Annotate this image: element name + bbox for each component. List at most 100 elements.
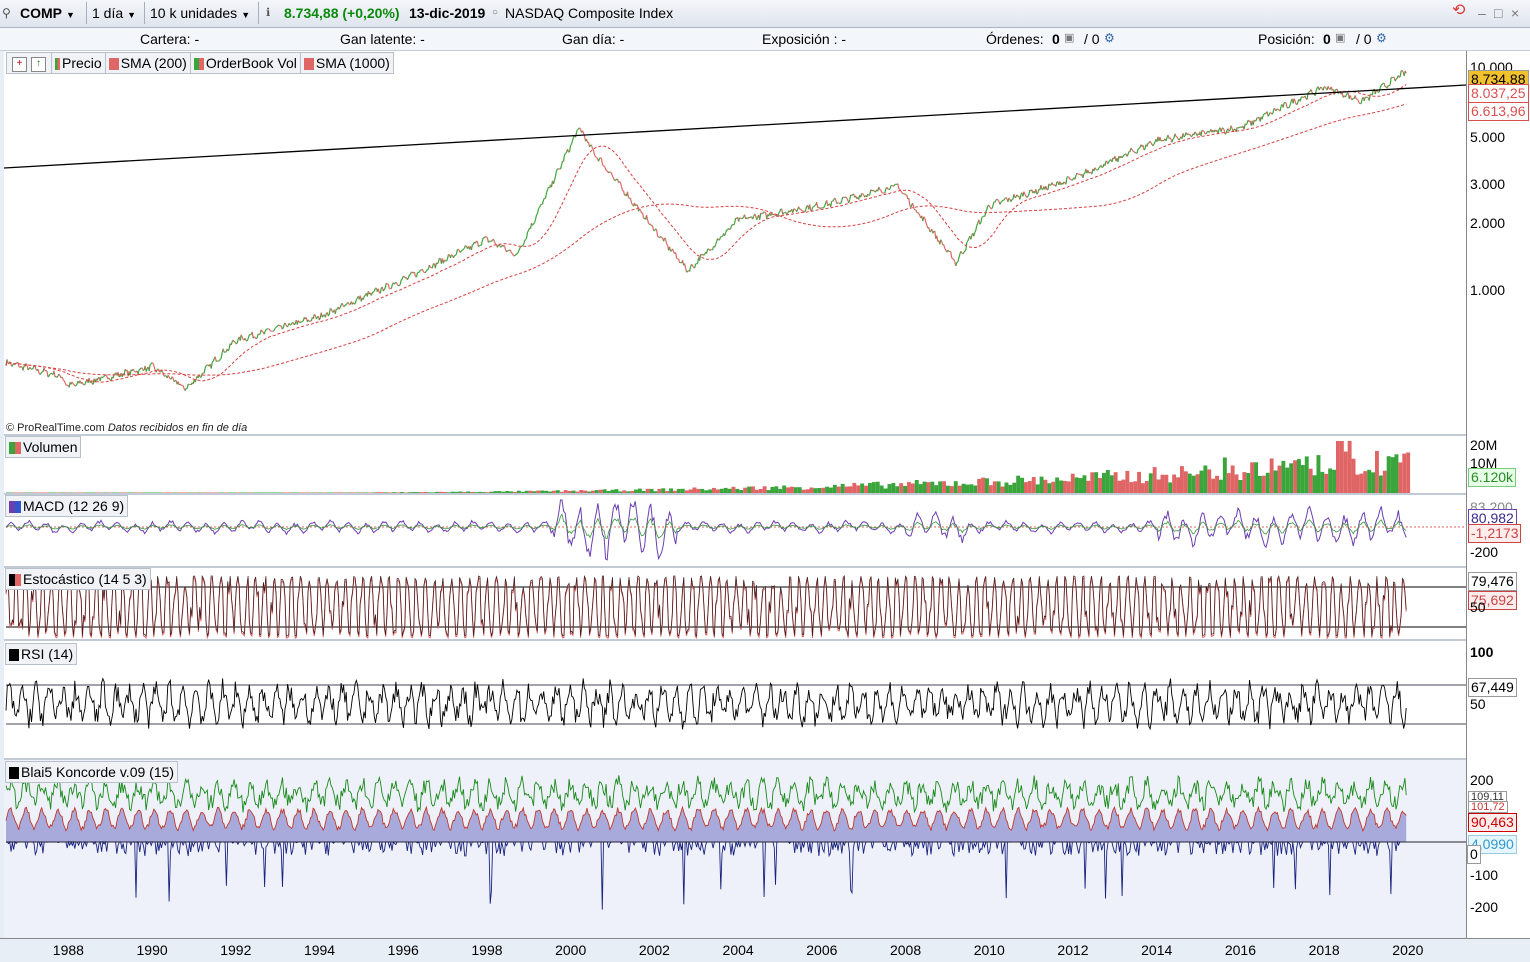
price-segment — [283, 324, 284, 328]
volume-bar — [568, 491, 572, 493]
price-segment — [508, 250, 509, 251]
volume-bar — [451, 492, 455, 493]
volume-bar — [622, 490, 626, 493]
price-segment — [1102, 167, 1103, 168]
volume-bar — [497, 491, 501, 493]
volume-bar — [849, 486, 853, 493]
volume-bar — [954, 481, 958, 493]
volume-bar — [564, 490, 568, 493]
price-segment — [541, 204, 542, 205]
volume-legend[interactable]: Volumen — [5, 436, 81, 458]
volume-bar — [45, 493, 49, 494]
price-segment — [1253, 120, 1254, 125]
volume-bar — [96, 493, 100, 494]
volume-bar — [1375, 451, 1379, 493]
volume-bar — [1102, 473, 1106, 493]
price-segment — [316, 317, 317, 319]
price-segment — [783, 213, 784, 215]
volume-bar — [856, 485, 860, 493]
price-segment — [1316, 88, 1317, 91]
price-segment — [180, 384, 181, 385]
volume-bar — [693, 488, 697, 494]
volume-bar — [696, 489, 700, 493]
volume-bar — [1184, 471, 1188, 493]
price-segment — [653, 226, 654, 231]
price-segment — [556, 171, 557, 177]
volume-bar — [591, 491, 595, 493]
volume-bar — [798, 487, 802, 493]
legend-sma1000-label: SMA (1000) — [316, 55, 390, 71]
price-segment — [1138, 149, 1139, 150]
legend-sma1000[interactable]: SMA (1000) — [301, 53, 393, 73]
price-segment — [519, 247, 520, 250]
legend-precio[interactable]: Precio — [52, 53, 106, 73]
price-segment — [282, 328, 283, 329]
price-segment — [677, 258, 678, 259]
price-segment — [692, 264, 693, 266]
price-segment — [1046, 186, 1047, 190]
macd-legend[interactable]: MACD (12 26 9) — [5, 495, 128, 517]
stochastic-legend[interactable]: Estocástico (14 5 3) — [5, 568, 151, 590]
volume-bar — [903, 486, 907, 493]
volume-bar — [1227, 473, 1231, 493]
volume-bar — [1203, 466, 1207, 494]
price-segment — [971, 235, 972, 239]
macd-legend-label: MACD (12 26 9) — [23, 498, 124, 514]
expand-icon[interactable]: ↑ — [31, 57, 46, 72]
price-segment — [212, 361, 213, 362]
volume-bar — [911, 484, 915, 494]
volume-bar — [1083, 475, 1087, 493]
price-segment — [106, 375, 107, 377]
volume-bar — [1149, 473, 1153, 493]
price-segment — [528, 231, 529, 232]
price-segment — [812, 207, 813, 211]
rsi-legend[interactable]: RSI (14) — [5, 643, 77, 665]
volume-bar — [1363, 471, 1367, 493]
price-segment — [1009, 198, 1010, 199]
price-segment — [537, 214, 538, 216]
price-segment — [987, 206, 988, 210]
volume-bar — [1125, 471, 1129, 493]
price-segment — [471, 245, 472, 250]
price-segment — [926, 222, 927, 225]
price-segment — [187, 384, 188, 388]
volume-bar — [1219, 480, 1223, 493]
price-segment — [700, 254, 701, 260]
price-segment — [763, 212, 764, 214]
price-segment — [354, 304, 355, 305]
price-segment — [850, 195, 851, 200]
legend-precio-label: Precio — [62, 55, 102, 71]
add-indicator-icon[interactable]: + — [12, 57, 27, 72]
koncorde-legend[interactable]: Blai5 Koncorde v.09 (15) — [5, 761, 178, 783]
price-segment — [847, 198, 848, 200]
volume-bar — [388, 492, 392, 493]
price-segment — [411, 272, 412, 273]
price-segment — [951, 252, 952, 258]
price-segment — [512, 254, 513, 256]
price-segment — [1300, 98, 1301, 102]
volume-bar — [217, 493, 221, 494]
x-tick-label: 2000 — [555, 942, 586, 958]
volume-bar — [1223, 458, 1227, 494]
volume-bar — [599, 490, 603, 493]
price-segment — [919, 213, 920, 215]
volume-bar — [1352, 459, 1356, 493]
price-segment — [882, 193, 883, 194]
price-segment — [355, 300, 356, 304]
price-segment — [1389, 85, 1390, 86]
volume-bar — [37, 493, 41, 494]
price-segment — [1015, 197, 1016, 198]
price-segment — [1323, 87, 1324, 91]
legend-sma200[interactable]: SMA (200) — [106, 53, 191, 73]
volume-bar — [989, 485, 993, 493]
volume-bar — [1344, 452, 1348, 494]
price-tick: 5.000 — [1470, 129, 1505, 145]
price-segment — [262, 331, 263, 332]
legend-orderbook[interactable]: OrderBook Vol — [191, 53, 301, 73]
volume-bar — [1254, 462, 1258, 493]
price-segment — [1367, 97, 1368, 98]
volume-bar — [470, 492, 474, 493]
price-segment — [97, 378, 98, 381]
volume-bar — [626, 491, 630, 493]
volume-bar — [841, 484, 845, 493]
